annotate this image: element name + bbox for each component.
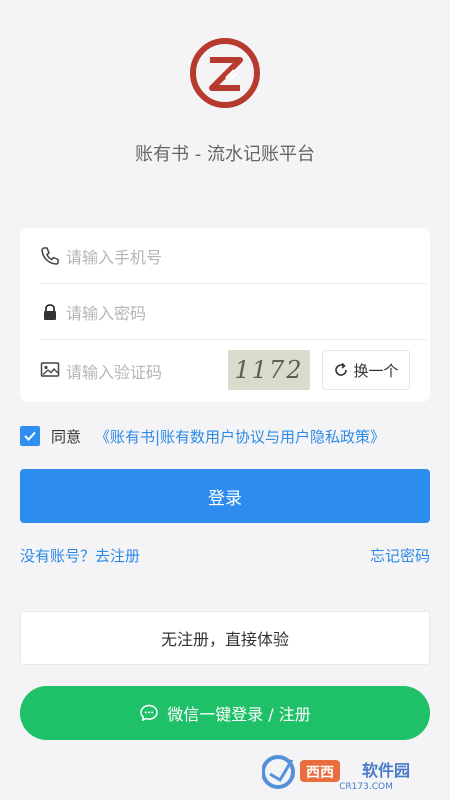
check-icon: [24, 431, 36, 441]
wechat-icon: [140, 704, 158, 721]
svg-text:西西: 西西: [306, 765, 334, 781]
agreement-checkbox[interactable]: [20, 426, 40, 446]
wechat-login-button[interactable]: 微信一键登录 / 注册: [20, 686, 430, 740]
trial-button[interactable]: 无注册，直接体验: [20, 611, 430, 665]
agreement-row: 同意 《账有书|账有数用户协议与用户隐私政策》: [20, 426, 440, 448]
svg-text:CR173.COM: CR173.COM: [339, 782, 393, 792]
forgot-password-link[interactable]: 忘记密码: [370, 545, 430, 566]
refresh-captcha-label: 换一个: [353, 361, 399, 380]
app-logo: [190, 38, 260, 108]
refresh-icon: [335, 362, 348, 376]
captcha-image[interactable]: 1172: [228, 350, 310, 390]
refresh-captcha-button[interactable]: 换一个: [322, 350, 410, 390]
wechat-login-label: 微信一键登录 / 注册: [167, 705, 311, 724]
captcha-input[interactable]: 请输入验证码: [66, 359, 162, 383]
agreement-prefix: 同意: [51, 428, 82, 446]
phone-icon: [41, 247, 59, 265]
captcha-field[interactable]: 请输入验证码 1172 换一个: [20, 340, 430, 402]
login-button[interactable]: 登录: [20, 469, 430, 523]
login-form: 请输入手机号 请输入密码 请输入验证码 1172 换一个: [20, 228, 430, 402]
password-field[interactable]: 请输入密码: [20, 284, 430, 340]
image-icon: [40, 362, 60, 377]
svg-text:软件园: 软件园: [362, 761, 410, 780]
agreement-link[interactable]: 《账有书|账有数用户协议与用户隐私政策》: [95, 426, 385, 447]
app-subtitle: 账有书 - 流水记账平台: [135, 144, 315, 165]
watermark-logo: 西西 软件园 CR173.COM: [262, 755, 410, 792]
lock-icon: [44, 304, 56, 320]
phone-input[interactable]: 请输入手机号: [66, 244, 162, 268]
phone-field[interactable]: 请输入手机号: [20, 228, 430, 284]
password-input[interactable]: 请输入密码: [66, 300, 146, 324]
register-link[interactable]: 没有账号？去注册: [20, 545, 140, 566]
